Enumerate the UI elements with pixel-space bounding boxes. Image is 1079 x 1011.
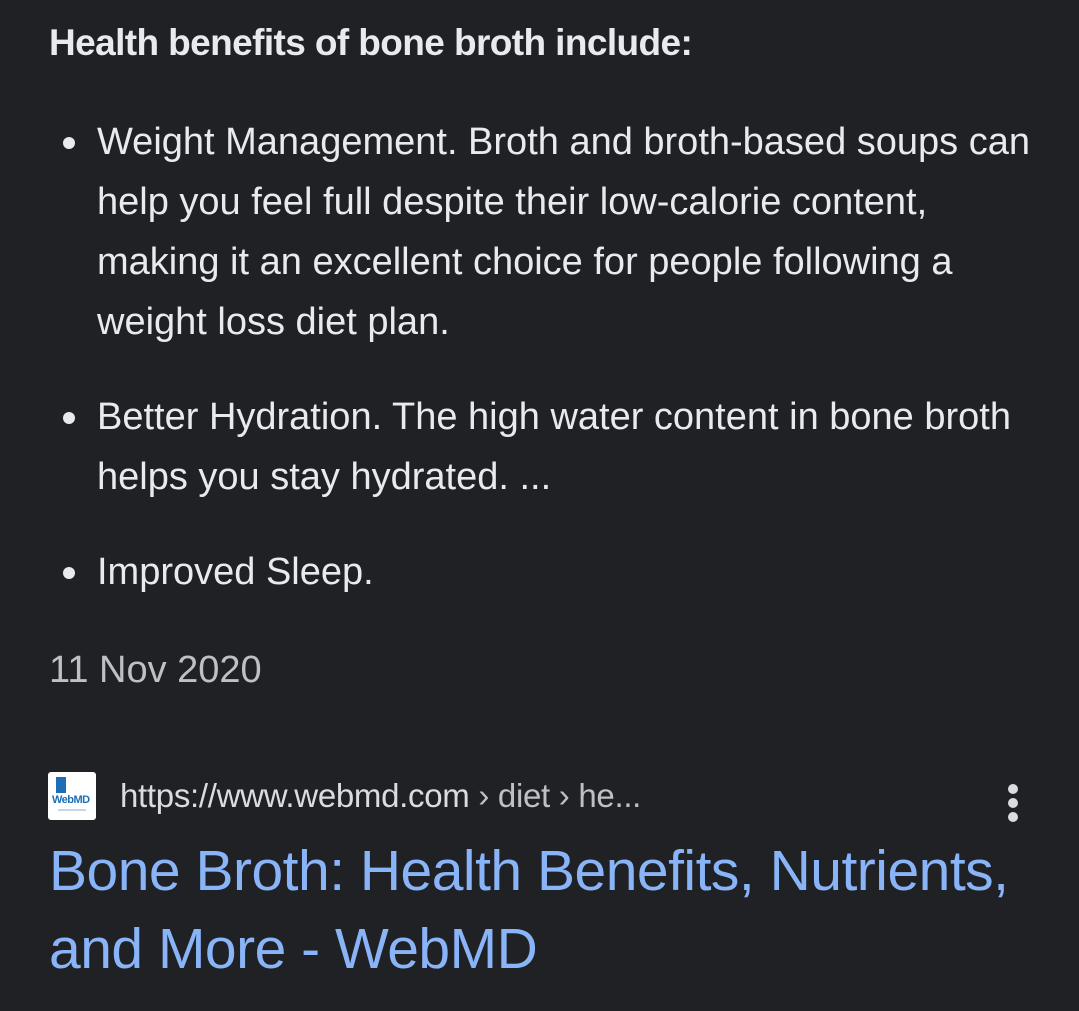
snippet-bullet-text: Improved Sleep. [97,551,374,593]
favicon-underline [58,809,86,811]
result-title-link[interactable]: Bone Broth: Health Benefits, Nutrients, … [49,832,1049,988]
kebab-dot [1008,812,1018,822]
result-url-breadcrumb[interactable]: https://www.webmd.com › diet › he... [120,775,641,817]
favicon-logo-text: WebMD [52,794,90,806]
snippet-bullet-item: Weight Management. Broth and broth-based… [0,112,1079,352]
snippet-bullet-text: Weight Management. Broth and broth-based… [97,121,1030,343]
snippet-bullet-text: Better Hydration. The high water content… [97,396,1011,498]
bullet-dot-icon [63,412,75,424]
snippet-bullet-list: Weight Management. Broth and broth-based… [0,112,1079,602]
bullet-dot-icon [63,137,75,149]
more-vert-icon[interactable] [998,782,1030,822]
webmd-favicon-icon[interactable]: WebMD [48,772,96,820]
favicon-bookmark-shape [56,777,66,793]
bullet-dot-icon [63,567,75,579]
snippet-bullet-item: Better Hydration. The high water content… [0,387,1079,507]
result-url-path: › diet › he... [469,777,642,814]
kebab-dot [1008,798,1018,808]
result-url-domain: https://www.webmd.com [120,777,470,814]
snippet-heading: Health benefits of bone broth include: [49,22,693,63]
snippet-bullet-item: Improved Sleep. [0,542,1079,602]
kebab-dot [1008,784,1018,794]
snippet-date: 11 Nov 2020 [49,649,262,691]
